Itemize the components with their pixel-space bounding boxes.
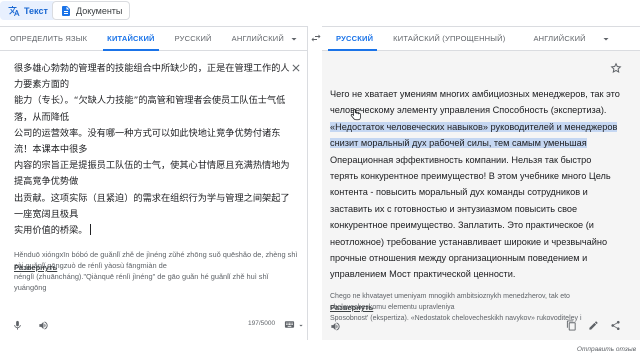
microphone-icon[interactable]	[12, 320, 23, 331]
mode-bar: Текст Документы	[0, 0, 640, 22]
edit-icon[interactable]	[588, 320, 599, 331]
translate-icon	[8, 5, 20, 16]
tab-detect-language[interactable]: ОПРЕДЕЛИТЬ ЯЗЫК	[0, 27, 97, 50]
documents-mode-button[interactable]: Документы	[52, 1, 131, 20]
tab-source-english[interactable]: АНГЛИЙСКИЙ	[222, 27, 294, 50]
text-mode-label: Текст	[24, 5, 48, 16]
copy-icon[interactable]	[566, 320, 577, 331]
target-listen-icon[interactable]	[330, 321, 341, 332]
tab-source-chinese[interactable]: КИТАЙСКИЙ	[97, 27, 164, 51]
text-caret	[89, 224, 91, 236]
share-icon[interactable]	[610, 320, 621, 331]
character-counter: 197/5000	[248, 320, 276, 327]
source-text-area[interactable]: 很多雄心勃勃的管理者的技能组合中所缺少的，正是在管理工作的人力要素方面的 能力（…	[14, 61, 294, 239]
translation-highlighted-text[interactable]: «Недостаток человеческих навыков» руково…	[330, 121, 618, 149]
source-listen-icon[interactable]	[38, 320, 49, 331]
source-expand-link[interactable]: Развернуть	[14, 263, 57, 272]
target-expand-link[interactable]: Развернуть	[330, 303, 373, 312]
swap-languages-icon[interactable]	[310, 32, 322, 44]
translation-text-start: Чего не хватает умениям многих амбициозн…	[330, 89, 620, 116]
tab-source-russian[interactable]: РУССКИЙ	[165, 27, 222, 50]
translation-text-end: Операционная эффективность компании. Нел…	[330, 154, 611, 280]
document-icon	[62, 5, 70, 16]
tab-target-russian[interactable]: РУССКИЙ	[322, 27, 383, 51]
clear-text-icon[interactable]	[290, 62, 302, 74]
source-language-tabs: ОПРЕДЕЛИТЬ ЯЗЫК КИТАЙСКИЙ РУССКИЙ АНГЛИЙ…	[0, 27, 307, 51]
translation-output: Чего не хватает умениям многих амбициозн…	[330, 86, 620, 283]
star-icon[interactable]	[610, 62, 622, 74]
documents-mode-label: Документы	[76, 5, 123, 16]
chevron-down-icon[interactable]	[600, 33, 612, 45]
source-panel: ОПРЕДЕЛИТЬ ЯЗЫК КИТАЙСКИЙ РУССКИЙ АНГЛИЙ…	[0, 26, 308, 340]
target-language-tabs: РУССКИЙ КИТАЙСКИЙ (УПРОЩЕННЫЙ) АНГЛИЙСКИ…	[322, 27, 640, 51]
chevron-down-icon[interactable]	[288, 33, 300, 45]
source-text: 很多雄心勃勃的管理者的技能组合中所缺少的，正是在管理工作的人力要素方面的 能力（…	[14, 63, 290, 237]
send-feedback-link[interactable]: Отправить отзыв	[577, 346, 636, 353]
text-mode-button[interactable]: Текст	[0, 1, 56, 20]
hand-cursor-icon	[350, 108, 361, 121]
target-panel: РУССКИЙ КИТАЙСКИЙ (УПРОЩЕННЫЙ) АНГЛИЙСКИ…	[322, 26, 640, 340]
tab-target-chinese-simplified[interactable]: КИТАЙСКИЙ (УПРОЩЕННЫЙ)	[383, 27, 515, 50]
keyboard-icon[interactable]	[284, 319, 295, 330]
tab-target-english[interactable]: АНГЛИЙСКИЙ	[515, 27, 595, 50]
keyboard-dropdown-icon[interactable]	[297, 320, 305, 331]
